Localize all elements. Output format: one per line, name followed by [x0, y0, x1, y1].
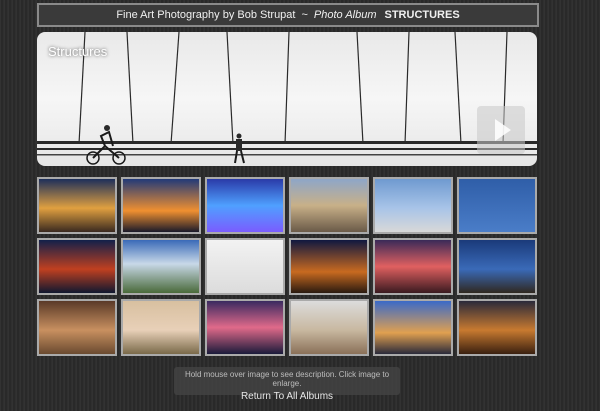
thumbnail-grid	[37, 177, 537, 361]
site-title: Fine Art Photography by Bob Strupat	[116, 9, 296, 21]
thumb-coastal-bridge[interactable]	[121, 238, 201, 295]
current-album-title: STRUCTURES	[384, 9, 460, 21]
thumb-lighthouse-storm[interactable]	[205, 299, 285, 356]
thumb-blue-sky-tower[interactable]	[457, 177, 537, 234]
footer-panel: Hold mouse over image to see description…	[174, 367, 400, 402]
thumb-lighthouse-marsh[interactable]	[121, 299, 201, 356]
header-separator: ~	[301, 9, 308, 21]
album-header: Fine Art Photography by Bob Strupat ~ Phot…	[37, 3, 539, 27]
play-icon[interactable]	[477, 106, 525, 154]
thumb-cathedral-interior[interactable]	[37, 299, 117, 356]
thumb-palace-night[interactable]	[457, 299, 537, 356]
thumb-bridge-night-lights[interactable]	[121, 177, 201, 234]
help-hint: Hold mouse over image to see description…	[184, 370, 390, 388]
thumb-neon-hotel[interactable]	[205, 177, 285, 234]
album-label: Photo Album	[313, 9, 377, 21]
slideshow-title: Structures	[48, 44, 108, 59]
thumb-cliff-house[interactable]	[289, 299, 369, 356]
thumb-eiffel-vegas[interactable]	[289, 238, 369, 295]
thumb-golden-gate-night[interactable]	[37, 238, 117, 295]
thumb-space-needle[interactable]	[373, 177, 453, 234]
slideshow-hero-image[interactable]: Structures	[37, 32, 537, 166]
return-to-albums-link[interactable]: Return To All Albums	[174, 391, 400, 402]
thumb-palm-castle[interactable]	[373, 299, 453, 356]
thumb-bridge-arches[interactable]	[37, 177, 117, 234]
thumb-church-dusk[interactable]	[457, 238, 537, 295]
thumb-casino-lights[interactable]	[373, 238, 453, 295]
thumb-bridge-cables[interactable]	[205, 238, 285, 295]
bridge-cyclist-photo	[37, 32, 537, 165]
thumb-ornate-building[interactable]	[289, 177, 369, 234]
